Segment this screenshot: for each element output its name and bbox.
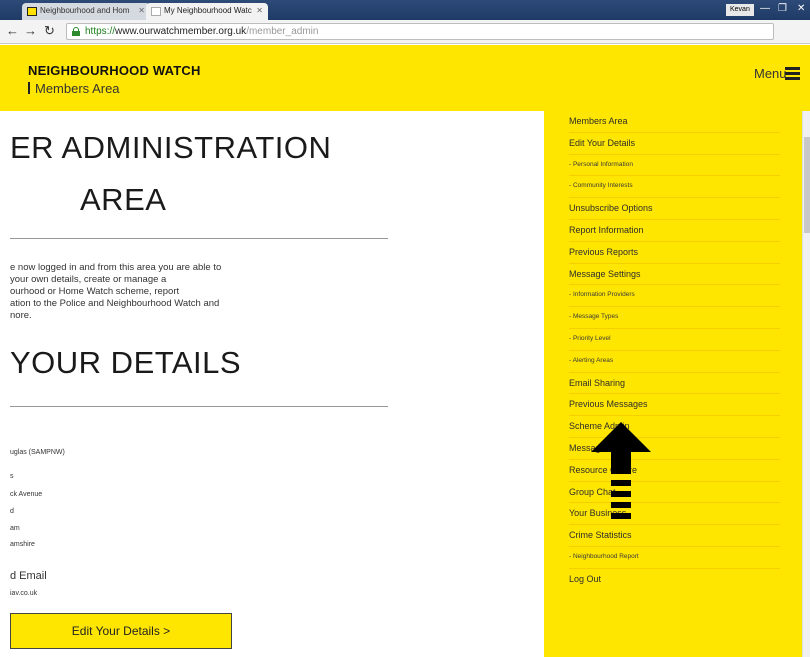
sidebar-item-log-out[interactable]: Log Out [569, 569, 780, 591]
main-content: ER ADMINISTRATION AREA e now logged in a… [0, 111, 544, 657]
arrow-dash [611, 502, 631, 508]
favicon-icon [27, 7, 37, 16]
detail-address-line: amshire [10, 541, 35, 548]
site-header: NEIGHBOURHOOD WATCH Members Area Menu [0, 45, 810, 111]
tab-title: Neighbourhood and Hom [40, 6, 130, 15]
sidebar-item-information-providers[interactable]: - Information Providers [569, 285, 780, 308]
close-tab-icon[interactable]: ✕ [138, 3, 145, 19]
maximize-icon[interactable]: ❐ [778, 2, 787, 16]
section-title-your-details: YOUR DETAILS [10, 345, 242, 380]
back-icon[interactable]: ← [6, 23, 19, 39]
browser-titlebar: Neighbourhood and Hom ✕ My Neighbourhood… [0, 0, 810, 20]
favicon-icon [151, 7, 161, 16]
detail-email-value: iav.co.uk [10, 590, 38, 597]
page-scrollbar[interactable] [802, 111, 810, 657]
sidebar-item-previous-reports[interactable]: Previous Reports [569, 242, 780, 264]
address-bar[interactable]: https://www.ourwatchmember.org.uk/member… [66, 23, 774, 40]
detail-name: uglas (SAMPNW) [10, 449, 65, 456]
lock-icon [72, 27, 80, 36]
scrollbar-thumb[interactable] [804, 137, 810, 233]
site-brand[interactable]: NEIGHBOURHOOD WATCH [28, 63, 201, 78]
menu-button[interactable]: Menu [754, 66, 787, 81]
sidebar-item-message-settings[interactable]: Message Settings [569, 264, 780, 286]
sidebar-item-members-area[interactable]: Members Area [569, 111, 780, 133]
sidebar-item-edit-your-details[interactable]: Edit Your Details [569, 133, 780, 155]
arrow-head [591, 422, 651, 474]
sidebar-item-previous-messages[interactable]: Previous Messages [569, 394, 780, 417]
page-title-line-1: ER ADMINISTRATION [10, 130, 332, 165]
sidebar-item-community-interests[interactable]: - Community Interests [569, 176, 780, 199]
hamburger-icon[interactable] [785, 67, 800, 80]
page-title-line-2: AREA [80, 182, 167, 217]
url-text: https://www.ourwatchmember.org.uk/member… [85, 26, 319, 37]
arrow-dash [611, 513, 631, 519]
tab-title: My Neighbourhood Watc [164, 6, 252, 15]
intro-text: e now logged in and from this area you a… [10, 262, 222, 321]
minimize-icon[interactable]: — [760, 2, 770, 16]
detail-email-label: d Email [10, 570, 47, 582]
divider [10, 238, 388, 239]
sidebar-item-crime-statistics[interactable]: Crime Statistics [569, 525, 780, 547]
close-window-icon[interactable]: ✕ [797, 2, 805, 16]
sidebar-item-unsubscribe-options[interactable]: Unsubscribe Options [569, 198, 780, 220]
sidebar-item-neighbourhood-report[interactable]: - Neighbourhood Report [569, 547, 780, 569]
profile-button[interactable]: Kevan [726, 4, 754, 16]
sidebar-item-alerting-areas[interactable]: - Alerting Areas [569, 351, 780, 373]
edit-your-details-button[interactable]: Edit Your Details > [10, 613, 232, 649]
detail-address-line: d [10, 508, 14, 515]
detail-address-line: ck Avenue [10, 491, 43, 498]
browser-toolbar: ← → ↻ https://www.ourwatchmember.org.uk/… [0, 20, 810, 59]
sidebar-item-priority-level[interactable]: - Priority Level [569, 329, 780, 351]
close-tab-icon[interactable]: ✕ [256, 3, 263, 19]
site-subtitle: Members Area [28, 81, 120, 96]
detail-address-line: s [10, 473, 14, 480]
divider [10, 406, 388, 407]
arrow-dash [611, 491, 631, 497]
sidebar-nav: Members Area Edit Your Details - Persona… [544, 111, 802, 657]
forward-icon[interactable]: → [24, 23, 37, 39]
sidebar-item-message-types[interactable]: - Message Types [569, 307, 780, 329]
reload-icon[interactable]: ↻ [44, 23, 55, 39]
detail-address-line: am [10, 525, 20, 532]
browser-tab[interactable]: Neighbourhood and Hom ✕ [22, 3, 150, 20]
sidebar-item-report-information[interactable]: Report Information [569, 220, 780, 242]
arrow-dash [611, 480, 631, 486]
sidebar-item-personal-information[interactable]: - Personal Information [569, 155, 780, 177]
up-arrow-icon [591, 422, 651, 519]
browser-tab-active[interactable]: My Neighbourhood Watc ✕ [146, 3, 268, 20]
sidebar-item-email-sharing[interactable]: Email Sharing [569, 373, 780, 395]
